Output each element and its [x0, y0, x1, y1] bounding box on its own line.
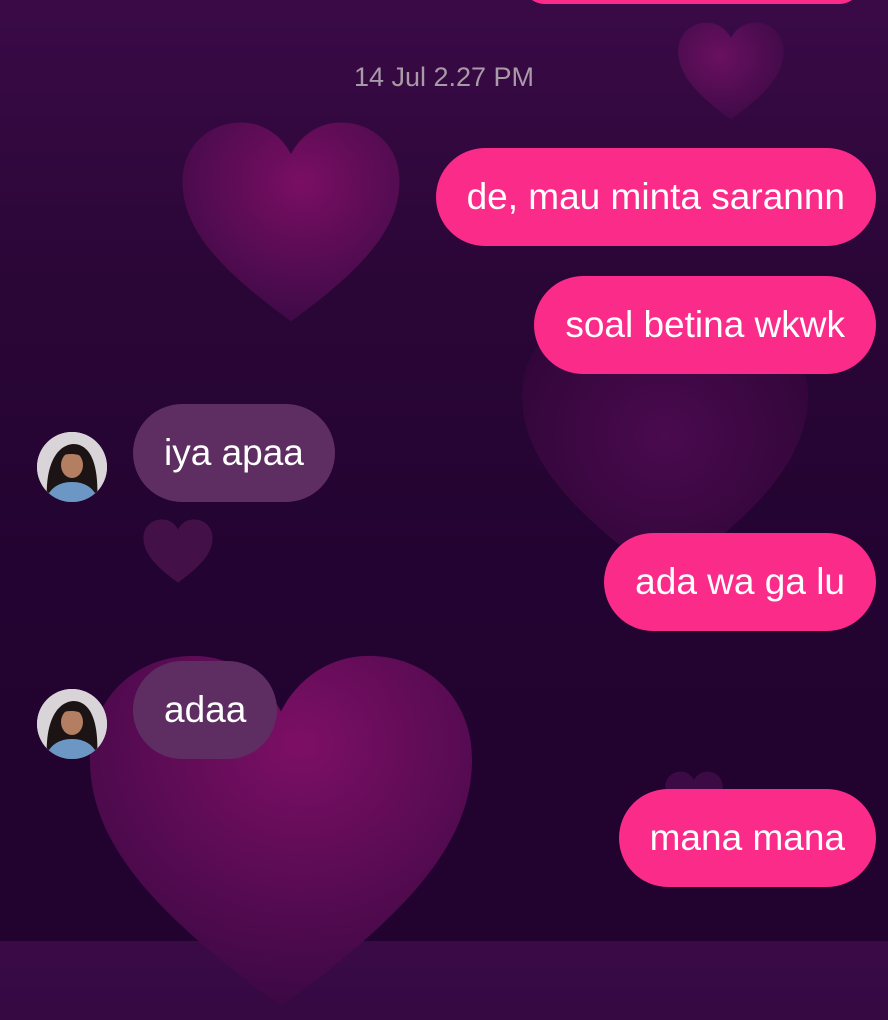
- message-bubble-outgoing[interactable]: mana mana: [618, 789, 876, 887]
- message-bubble-outgoing[interactable]: de, mau minta sarannn: [435, 148, 876, 246]
- contact-avatar[interactable]: [37, 689, 107, 759]
- message-bubble-outgoing-partial[interactable]: [522, 0, 862, 4]
- contact-avatar[interactable]: [37, 432, 107, 502]
- message-text: adaa: [164, 689, 247, 730]
- message-text: iya apaa: [164, 432, 304, 473]
- message-text: mana mana: [649, 817, 845, 858]
- message-text: soal betina wkwk: [565, 304, 845, 345]
- message-thread[interactable]: 14 Jul 2.27 PM de, mau minta sarannn soa…: [0, 0, 888, 941]
- message-bubble-incoming[interactable]: iya apaa: [133, 404, 335, 502]
- message-bubble-outgoing[interactable]: soal betina wkwk: [534, 276, 876, 374]
- message-bubble-incoming[interactable]: adaa: [133, 661, 278, 759]
- message-timestamp: 14 Jul 2.27 PM: [353, 62, 535, 92]
- avatar-photo-icon: [37, 689, 107, 759]
- message-text: ada wa ga lu: [635, 561, 845, 602]
- avatar-photo-icon: [37, 432, 107, 502]
- message-bubble-outgoing[interactable]: ada wa ga lu: [604, 533, 876, 631]
- message-text: de, mau minta sarannn: [466, 176, 845, 217]
